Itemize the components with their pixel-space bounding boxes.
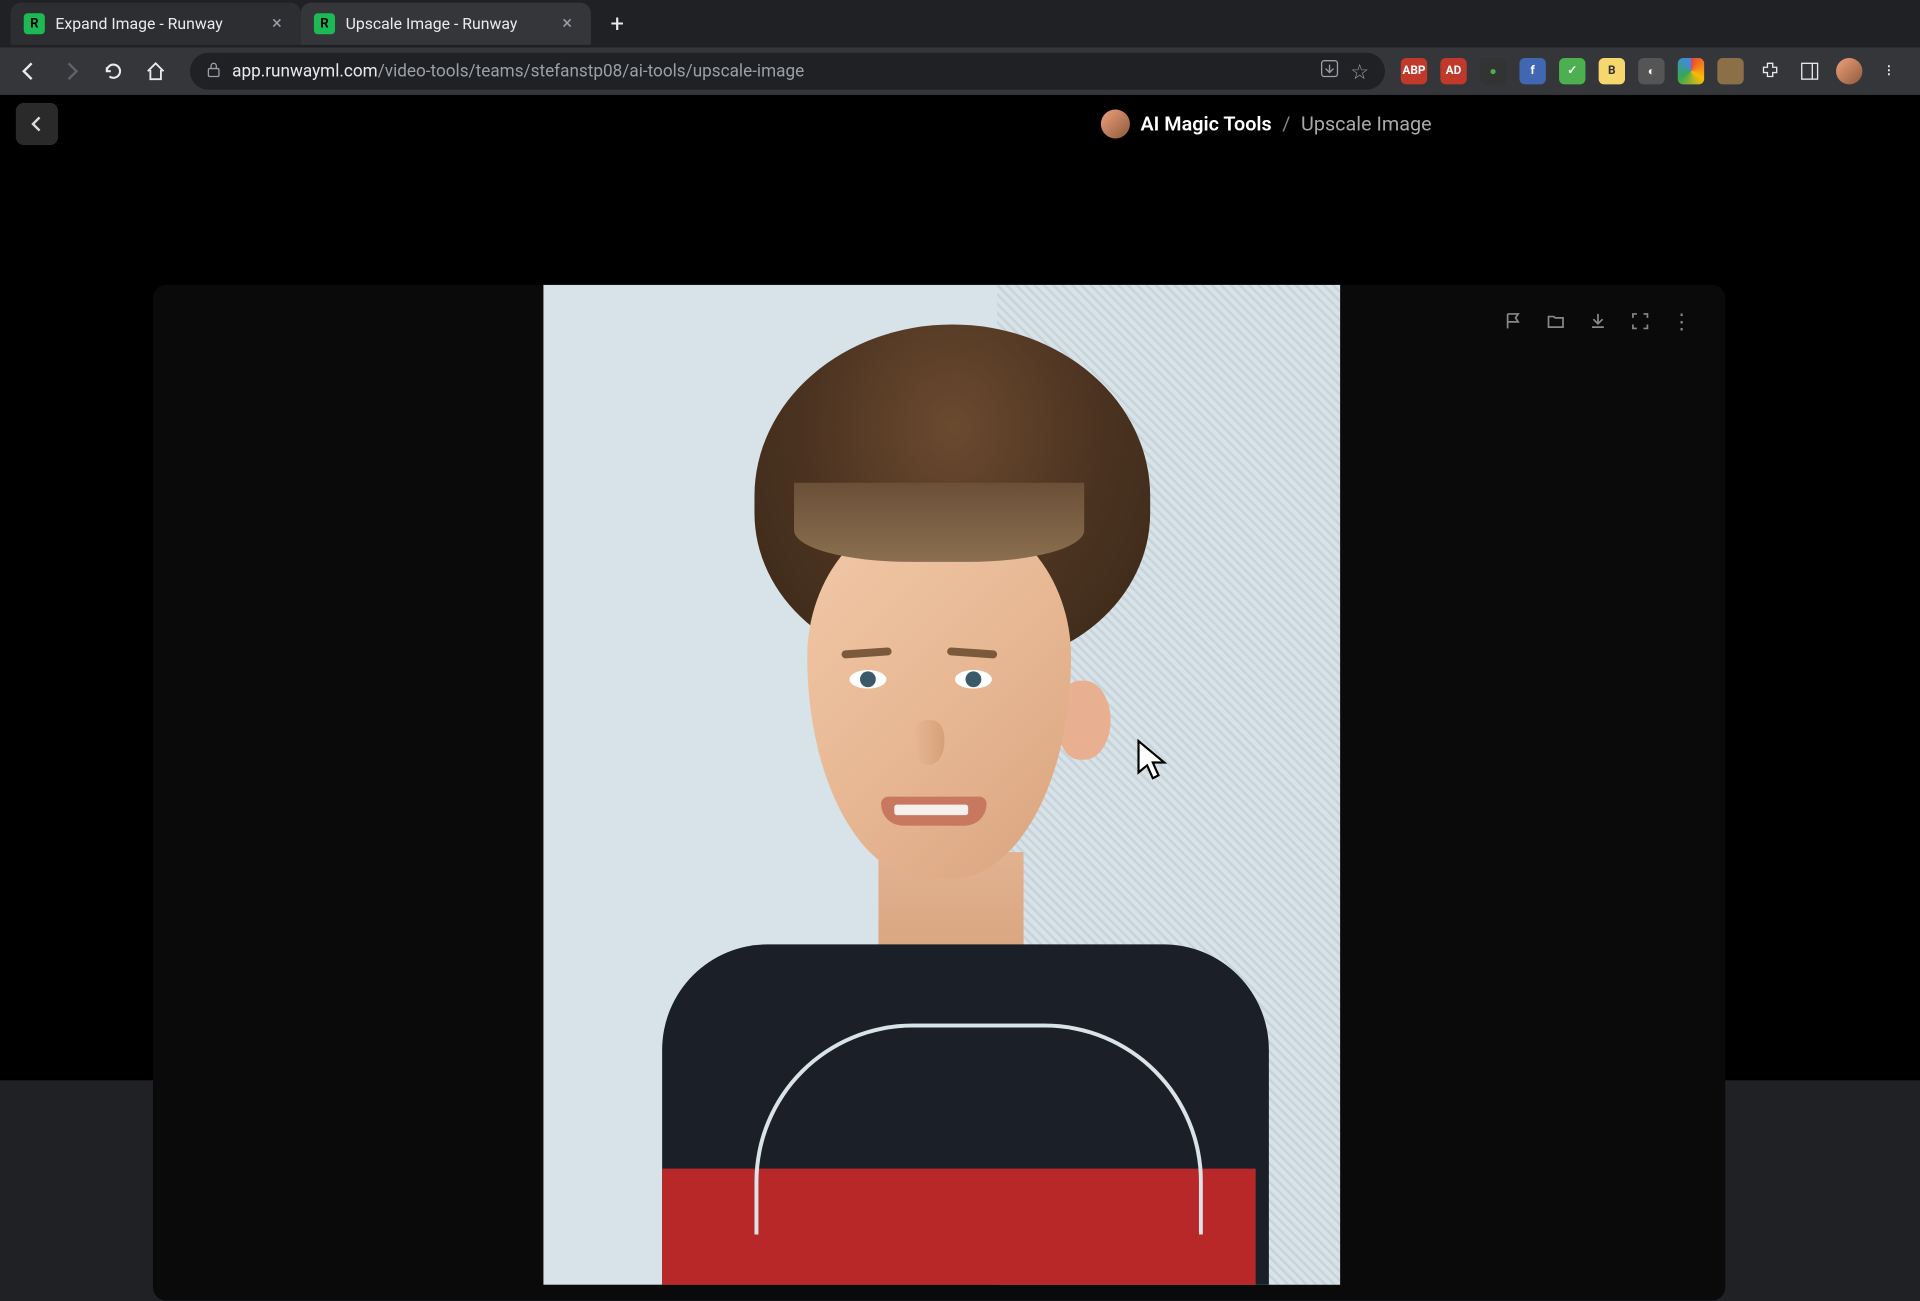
install-app-icon[interactable] bbox=[1319, 58, 1340, 84]
folder-icon[interactable] bbox=[1543, 309, 1567, 333]
ext-icon[interactable]: B bbox=[1599, 58, 1625, 84]
tab-title: Upscale Image - Runway bbox=[346, 15, 546, 33]
ext-icon[interactable]: ● bbox=[1480, 58, 1506, 84]
ext-icon[interactable]: ◐ bbox=[1638, 58, 1664, 84]
ext-icon[interactable]: ✓ bbox=[1559, 58, 1585, 84]
forward-nav-button[interactable] bbox=[53, 53, 90, 90]
menu-icon[interactable]: ⋮ bbox=[1876, 58, 1902, 84]
breadcrumb: AI Magic Tools / Upscale Image bbox=[1101, 109, 1432, 138]
back-nav-button[interactable] bbox=[11, 53, 48, 90]
ext-icon[interactable] bbox=[1717, 58, 1743, 84]
bookmark-icon[interactable]: ☆ bbox=[1350, 59, 1369, 84]
breadcrumb-page: Upscale Image bbox=[1301, 112, 1432, 136]
download-icon[interactable] bbox=[1585, 309, 1609, 333]
ext-icon[interactable]: f bbox=[1519, 58, 1545, 84]
nav-bar: app.runwayml.com/video-tools/teams/stefa… bbox=[0, 47, 1920, 94]
app-root: AI Magic Tools / Upscale Image Share Res… bbox=[0, 95, 1920, 1080]
ext-icon[interactable]: ABP bbox=[1401, 58, 1427, 84]
lock-icon bbox=[206, 61, 222, 81]
url-text: app.runwayml.com/video-tools/teams/stefa… bbox=[232, 61, 1308, 81]
breadcrumb-separator: / bbox=[1282, 112, 1290, 136]
close-icon[interactable]: × bbox=[557, 13, 578, 34]
canvas: ⋮ bbox=[153, 285, 1725, 1301]
home-button[interactable] bbox=[137, 53, 174, 90]
avatar[interactable] bbox=[1836, 58, 1862, 84]
runway-favicon: R bbox=[314, 13, 335, 34]
app-header: AI Magic Tools / Upscale Image Share Res… bbox=[0, 95, 1920, 153]
fullscreen-icon[interactable] bbox=[1628, 309, 1652, 333]
avatar bbox=[1101, 109, 1130, 138]
new-tab-button[interactable]: + bbox=[599, 5, 636, 42]
image-preview[interactable] bbox=[543, 285, 1340, 1285]
tab-expand-image[interactable]: R Expand Image - Runway × bbox=[11, 3, 301, 45]
app-back-button[interactable] bbox=[16, 103, 58, 145]
extensions: ABP AD ● f ✓ B ◐ ⋮ bbox=[1401, 58, 1910, 84]
flag-icon[interactable] bbox=[1501, 309, 1525, 333]
ext-icon[interactable] bbox=[1678, 58, 1704, 84]
browser-chrome: R Expand Image - Runway × R Upscale Imag… bbox=[0, 0, 1920, 95]
canvas-toolbar: ⋮ bbox=[1501, 309, 1694, 333]
extensions-icon[interactable] bbox=[1757, 58, 1783, 84]
runway-favicon: R bbox=[24, 13, 45, 34]
tab-title: Expand Image - Runway bbox=[55, 15, 255, 33]
url-bar[interactable]: app.runwayml.com/video-tools/teams/stefa… bbox=[190, 53, 1385, 90]
breadcrumb-section[interactable]: AI Magic Tools bbox=[1140, 112, 1271, 136]
ext-icon[interactable]: AD bbox=[1440, 58, 1466, 84]
more-icon[interactable]: ⋮ bbox=[1670, 309, 1694, 333]
tab-bar: R Expand Image - Runway × R Upscale Imag… bbox=[0, 0, 1920, 47]
reload-button[interactable] bbox=[95, 53, 132, 90]
close-icon[interactable]: × bbox=[266, 13, 287, 34]
tab-upscale-image[interactable]: R Upscale Image - Runway × bbox=[301, 3, 591, 45]
sidepanel-icon[interactable] bbox=[1796, 58, 1822, 84]
